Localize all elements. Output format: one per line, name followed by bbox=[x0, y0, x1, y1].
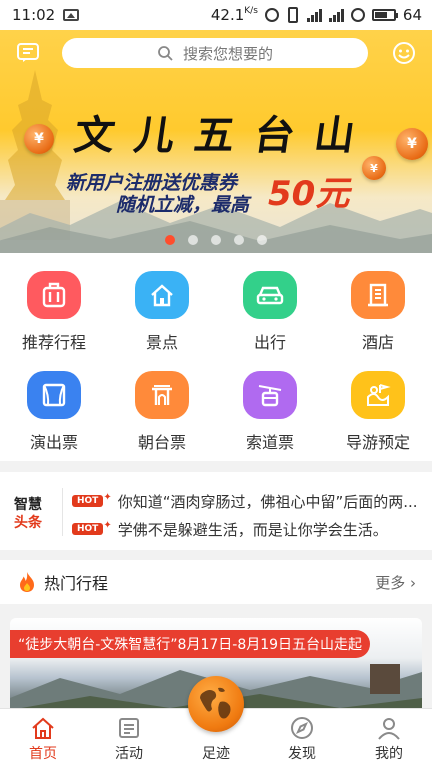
search-bar[interactable]: 搜索您想要的 bbox=[62, 38, 368, 68]
signal-4g-icon bbox=[328, 8, 344, 22]
smile-icon[interactable] bbox=[392, 41, 416, 65]
person-icon bbox=[378, 718, 400, 740]
app-screen: 11:02 42.1K/s 64 搜索您想要的 文 儿 五 台 山 ¥ ¥ ¥ … bbox=[0, 0, 432, 768]
coin-decoration: ¥ bbox=[24, 124, 54, 154]
search-placeholder: 搜索您想要的 bbox=[182, 44, 273, 63]
carousel-dot[interactable] bbox=[234, 235, 244, 245]
grid-item-label: 酒店 bbox=[361, 333, 394, 352]
status-bar: 11:02 42.1K/s 64 bbox=[0, 0, 432, 30]
battery-icon bbox=[371, 9, 398, 21]
hot-badge: HOT bbox=[72, 495, 104, 507]
feature-grid: 推荐行程 景点 出行 酒店 演出票 朝台票 索道票 导游预定 bbox=[0, 253, 432, 461]
grid-item-show-tickets[interactable]: 演出票 bbox=[0, 353, 108, 453]
vibrate-icon bbox=[287, 7, 298, 23]
carousel-dot[interactable] bbox=[165, 235, 175, 245]
stage-icon bbox=[27, 371, 81, 419]
top-bar: 搜索您想要的 bbox=[0, 36, 432, 72]
grid-item-label: 演出票 bbox=[29, 433, 78, 452]
tab-label: 发现 bbox=[288, 746, 316, 762]
compass-icon bbox=[291, 717, 313, 739]
banner-title-char: 山 bbox=[311, 112, 358, 159]
home-icon bbox=[32, 717, 54, 739]
promo-banner[interactable]: 搜索您想要的 文 儿 五 台 山 ¥ ¥ ¥ 新用户注册送优惠券 随机立减，最高… bbox=[0, 30, 432, 253]
banner-title-char: 台 bbox=[251, 112, 298, 159]
news-item[interactable]: HOT ✦ 你知道“酒肉穿肠过，佛祖心中留”后面的两... bbox=[72, 490, 422, 512]
grid-item-label: 索道票 bbox=[245, 433, 294, 452]
tab-label: 足迹 bbox=[202, 746, 230, 762]
coin-decoration: ¥ bbox=[362, 156, 386, 180]
tab-activities[interactable]: 活动 bbox=[86, 709, 172, 768]
building-icon bbox=[351, 271, 405, 319]
status-time: 11:02 bbox=[12, 6, 56, 24]
grid-item-label: 导游预定 bbox=[345, 433, 410, 452]
grid-item-label: 景点 bbox=[145, 333, 178, 352]
route-card-tag: “徒步大朝台-文殊智慧行”8月17日-8月19日五台山走起 bbox=[10, 630, 371, 658]
banner-title-char: 儿 bbox=[131, 112, 178, 159]
guide-icon bbox=[351, 371, 405, 419]
carousel-dot[interactable] bbox=[188, 235, 198, 245]
news-item[interactable]: HOT ✦ 学佛不是躲避生活，而是让你学会生活。 bbox=[72, 518, 422, 540]
grid-item-scenic-spots[interactable]: 景点 bbox=[108, 253, 216, 353]
image-notification-icon bbox=[63, 9, 80, 21]
battery-level: 64 bbox=[402, 6, 422, 24]
search-icon bbox=[158, 46, 173, 61]
tab-profile[interactable]: 我的 bbox=[346, 709, 432, 768]
data-saver-icon bbox=[350, 8, 365, 22]
moon-icon bbox=[264, 8, 279, 22]
gate-icon bbox=[135, 371, 189, 419]
car-icon bbox=[243, 271, 297, 319]
more-link[interactable]: 更多 › bbox=[375, 572, 416, 593]
tab-label: 我的 bbox=[375, 746, 403, 762]
news-item-text: 你知道“酒肉穿肠过，佛祖心中留”后面的两... bbox=[117, 492, 418, 511]
hot-routes-header: 热门行程 更多 › bbox=[0, 560, 432, 604]
promo-amount: 50元 bbox=[268, 174, 350, 214]
sparkle-icon: ✦ bbox=[103, 491, 112, 503]
grid-item-transport[interactable]: 出行 bbox=[216, 253, 324, 353]
carousel-dot[interactable] bbox=[211, 235, 221, 245]
message-icon[interactable] bbox=[17, 43, 39, 63]
grid-item-guide-booking[interactable]: 导游预定 bbox=[324, 353, 432, 453]
home-icon bbox=[135, 271, 189, 319]
hot-routes-title: 热门行程 bbox=[44, 574, 109, 593]
chevron-right-icon: › bbox=[410, 574, 416, 592]
news-item-text: 学佛不是躲避生活，而是让你学会生活。 bbox=[117, 520, 388, 539]
tab-label: 首页 bbox=[29, 746, 57, 762]
cable-car-icon bbox=[243, 371, 297, 419]
tab-label: 活动 bbox=[115, 746, 143, 762]
sparkle-icon: ✦ bbox=[103, 519, 112, 531]
banner-title-char: 文 bbox=[71, 112, 118, 159]
news-ticker: 智慧 头条 HOT ✦ 你知道“酒肉穿肠过，佛祖心中留”后面的两... HOT … bbox=[0, 472, 432, 550]
grid-item-pilgrimage-tickets[interactable]: 朝台票 bbox=[108, 353, 216, 453]
carousel-dot[interactable] bbox=[257, 235, 267, 245]
tab-discover[interactable]: 发现 bbox=[259, 709, 345, 768]
grid-item-label: 朝台票 bbox=[137, 433, 186, 452]
promo-line-2: 随机立减，最高 bbox=[116, 194, 250, 216]
grid-item-recommended-trips[interactable]: 推荐行程 bbox=[0, 253, 108, 353]
banner-title: 文 儿 五 台 山 bbox=[70, 102, 360, 162]
globe-icon[interactable] bbox=[188, 676, 244, 732]
signal-icon bbox=[306, 8, 322, 22]
grid-item-label: 推荐行程 bbox=[21, 333, 86, 352]
grid-item-hotel[interactable]: 酒店 bbox=[324, 253, 432, 353]
calendar-icon bbox=[119, 718, 139, 738]
grid-item-cableway-tickets[interactable]: 索道票 bbox=[216, 353, 324, 453]
grid-item-label: 出行 bbox=[253, 333, 286, 352]
flame-icon bbox=[20, 572, 34, 592]
luggage-icon bbox=[27, 271, 81, 319]
banner-title-char: 五 bbox=[191, 112, 238, 159]
carousel-indicator bbox=[0, 235, 432, 245]
news-brand-logo: 智慧 头条 bbox=[14, 497, 42, 531]
divider bbox=[62, 488, 63, 536]
status-right: 42.1K/s 64 bbox=[211, 6, 422, 24]
coin-decoration: ¥ bbox=[396, 128, 428, 160]
hot-badge: HOT bbox=[72, 523, 104, 535]
tab-home[interactable]: 首页 bbox=[0, 709, 86, 768]
network-speed: 42.1K/s bbox=[210, 6, 258, 24]
